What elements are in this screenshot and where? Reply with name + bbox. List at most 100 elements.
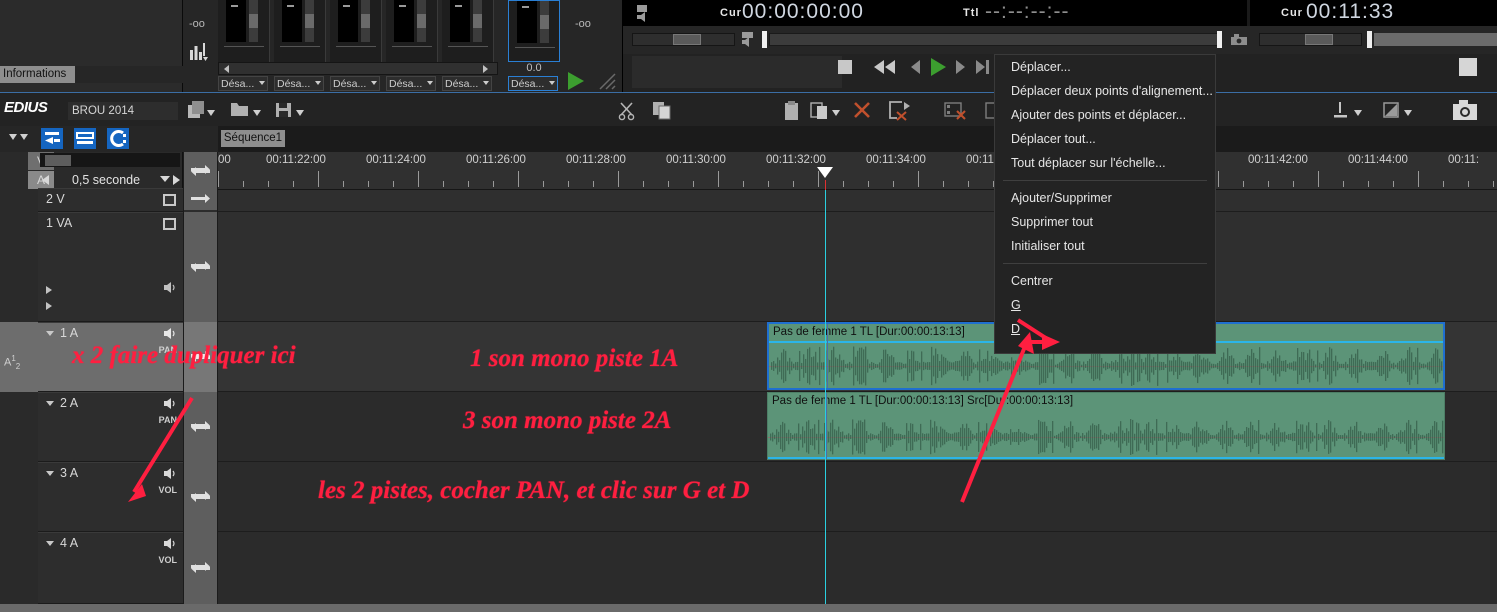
right-cur-timecode[interactable]: 00:11:33 — [1306, 0, 1394, 24]
collapse-4a-icon[interactable] — [46, 541, 54, 546]
stop-button[interactable] — [838, 60, 852, 74]
player-shuttle-thumb[interactable] — [673, 34, 701, 45]
mixer-channel-4[interactable] — [386, 0, 438, 62]
film-icon[interactable] — [163, 218, 177, 231]
track-badge: A12 — [4, 354, 20, 371]
video-audio-icon — [635, 3, 659, 23]
prev-frame-button[interactable] — [911, 60, 920, 74]
delete-icon[interactable] — [853, 101, 873, 120]
swap-button-2v[interactable] — [184, 190, 217, 210]
ripple-delete-icon[interactable] — [888, 100, 912, 121]
new-project-icon[interactable] — [186, 100, 216, 122]
zoom-prev-icon[interactable] — [42, 175, 49, 185]
paste-icon[interactable] — [783, 100, 801, 121]
menu-label: Initialiser tout — [1011, 239, 1085, 253]
add-marker-icon[interactable] — [1332, 100, 1364, 122]
zoom-next-icon[interactable] — [173, 175, 180, 185]
open-folder-icon[interactable] — [230, 100, 262, 122]
mixer-mode-dropdown-3[interactable]: Désa... — [330, 76, 380, 91]
save-icon[interactable] — [274, 100, 306, 122]
right-shuttle-track[interactable] — [1259, 33, 1362, 46]
ruler-minor-tick — [443, 181, 444, 187]
cut-icon[interactable] — [618, 101, 638, 121]
track-mini-4a[interactable]: VOL — [158, 555, 177, 565]
ripple-mode-icon[interactable] — [41, 128, 63, 149]
mixer-channel-1[interactable] — [218, 0, 270, 62]
lane-2v[interactable] — [218, 190, 1497, 212]
menu-item-supprimer-tout[interactable]: Supprimer tout — [995, 210, 1215, 234]
expand-va-video-icon[interactable] — [46, 286, 52, 294]
sync-mode-icon[interactable] — [107, 128, 129, 149]
menu-item-centrer[interactable]: Centrer — [995, 269, 1215, 293]
menu-item-initialiser-tout[interactable]: Initialiser tout — [995, 234, 1215, 258]
project-name[interactable]: BROU 2014 — [68, 102, 178, 120]
mixer-channel-6[interactable] — [508, 0, 560, 62]
link-mode-icon[interactable] — [74, 128, 96, 149]
collapse-2a-icon[interactable] — [46, 401, 54, 406]
copy-icon[interactable] — [652, 101, 674, 121]
mixer-toggle-icon[interactable] — [1382, 100, 1414, 122]
group-mode-icon[interactable] — [8, 128, 30, 149]
player-shuttle-track[interactable] — [632, 33, 735, 46]
mixer-mode-label-2: Désa... — [277, 77, 310, 91]
collapse-1a-icon[interactable] — [46, 331, 54, 336]
zoom-dropdown-icon[interactable] — [160, 176, 170, 182]
menu-item-tout-deplacer-echelle[interactable]: Tout déplacer sur l'échelle... — [995, 151, 1215, 175]
mixer-mode-dropdown-6[interactable]: Désa... — [508, 76, 558, 91]
audio-mixer-panel: -oo -oo 0.0 0.0 0.0 0.0 0.0 0.0 Désa... … — [183, 0, 623, 92]
ruler-label: 00:11:24:00 — [366, 154, 426, 166]
scroll-left-icon[interactable] — [224, 65, 229, 73]
playhead-marker[interactable] — [817, 167, 833, 178]
mixer-mode-dropdown-4[interactable]: Désa... — [386, 76, 436, 91]
speaker-icon[interactable] — [163, 281, 177, 294]
mixer-mode-dropdown-2[interactable]: Désa... — [274, 76, 324, 91]
audio-meter-icon[interactable] — [189, 42, 211, 62]
tab-informations[interactable]: Informations — [0, 66, 75, 83]
tab-sequence1[interactable]: Séquence1 — [221, 130, 285, 147]
annotation-3-son-mono: 3 son mono piste 2A — [463, 407, 671, 435]
arrow-pan-to-text — [120, 370, 230, 510]
resize-grip-icon[interactable] — [598, 72, 616, 90]
mixer-mode-dropdown-5[interactable]: Désa... — [442, 76, 492, 91]
ruler-minor-tick — [768, 181, 769, 187]
snapshot-icon[interactable] — [1452, 99, 1480, 122]
ruler-major-tick — [1418, 171, 1419, 187]
right-position-marker[interactable] — [1367, 31, 1372, 48]
swap-button-top[interactable] — [184, 152, 217, 190]
ruler-minor-tick — [643, 181, 644, 187]
player-position-marker[interactable] — [762, 31, 767, 48]
mixer-channel-3[interactable] — [330, 0, 382, 62]
speaker-icon[interactable] — [163, 537, 177, 550]
speaker-icon[interactable] — [163, 327, 177, 340]
track-header-2v[interactable]: 2 V — [38, 188, 183, 212]
right-shuttle-thumb[interactable] — [1305, 34, 1333, 45]
chevron-down-icon — [315, 81, 321, 85]
mixer-mode-dropdown-1[interactable]: Désa... — [218, 76, 268, 91]
mixer-hscrollbar[interactable] — [218, 62, 498, 75]
paste-dropdown-icon[interactable] — [810, 100, 842, 121]
mixer-play-icon[interactable] — [568, 72, 584, 90]
ruler-minor-tick — [468, 181, 469, 187]
menu-item-ajouter-supprimer[interactable]: Ajouter/Supprimer — [995, 186, 1215, 210]
swap-button-1va[interactable] — [184, 212, 217, 322]
track-header-4a[interactable]: 4 A VOL — [38, 532, 183, 604]
chevron-down-icon — [259, 81, 265, 85]
mixer-channel-2[interactable] — [274, 0, 326, 62]
ruler-major-tick — [518, 171, 519, 187]
right-timeline-track[interactable] — [1374, 33, 1497, 46]
film-icon[interactable] — [163, 194, 177, 207]
expand-va-audio-icon[interactable] — [46, 302, 52, 310]
cur-timecode[interactable]: 00:00:00:00 — [742, 0, 864, 24]
menu-item-g[interactable]: G — [995, 293, 1215, 317]
rewind-button[interactable] — [874, 60, 896, 74]
status-bar — [0, 604, 1497, 612]
ruler-minor-tick — [1293, 181, 1294, 187]
audio-track-toggle[interactable]: A — [28, 171, 54, 189]
mixer-channel-5[interactable] — [442, 0, 494, 62]
record-stop-button[interactable] — [1459, 58, 1477, 76]
collapse-3a-icon[interactable] — [46, 471, 54, 476]
lane-1va[interactable] — [218, 212, 1497, 322]
track-header-1va[interactable]: 1 VA — [38, 212, 183, 322]
zoom-slider-thumb[interactable] — [45, 155, 71, 166]
scroll-right-icon[interactable] — [483, 65, 488, 73]
